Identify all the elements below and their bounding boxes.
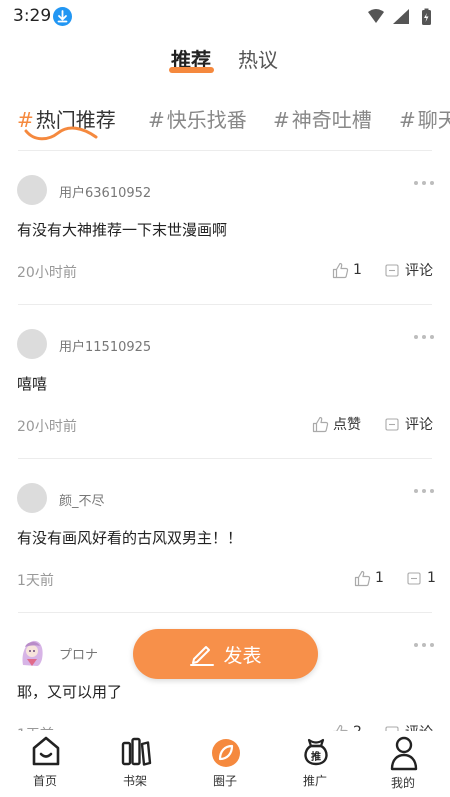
comment-count: 1 <box>427 570 436 586</box>
anime-avatar-image <box>22 640 43 666</box>
nav-profile[interactable]: 我的 <box>358 731 448 797</box>
divider <box>18 150 432 151</box>
svg-text:推: 推 <box>311 750 321 763</box>
like-button[interactable]: 1 <box>354 568 384 588</box>
promote-icon: 推 <box>304 738 328 766</box>
comment-count: 评论 <box>405 263 433 279</box>
post-time: 20小时前 <box>17 265 77 281</box>
circle-icon <box>212 739 240 767</box>
comment-button[interactable]: 1 <box>407 568 436 588</box>
post-content: 嘻嘻 <box>17 375 48 393</box>
comment-icon <box>385 263 399 277</box>
like-button[interactable]: 1 <box>332 260 362 280</box>
active-tab-indicator <box>169 67 214 73</box>
username[interactable]: プロナ <box>59 644 98 663</box>
nav-profile-label: 我的 <box>390 776 415 790</box>
status-bar: 3:29 <box>0 0 450 34</box>
post-item[interactable]: 用户63610952 有没有大神推荐一下末世漫画啊 20小时前 1 评论 <box>0 175 450 325</box>
divider <box>18 458 432 459</box>
nav-promote-label: 推广 <box>302 774 327 788</box>
tab-hot-discussion[interactable]: 热议 <box>238 44 278 73</box>
topic-hash: # <box>273 108 290 132</box>
like-count: 1 <box>353 262 362 278</box>
avatar[interactable] <box>17 329 47 359</box>
edit-icon <box>190 646 215 666</box>
more-icon[interactable] <box>414 181 434 187</box>
nav-circle[interactable]: 圈子 <box>180 731 270 797</box>
nav-bookshelf[interactable]: 书架 <box>90 731 180 797</box>
thumbs-up-icon <box>312 416 329 432</box>
more-icon[interactable] <box>414 643 434 649</box>
system-status-icons <box>368 8 431 25</box>
bookshelf-icon <box>121 737 152 766</box>
like-count: 1 <box>375 570 384 586</box>
username[interactable]: 用户11510925 <box>59 336 151 355</box>
profile-icon <box>390 736 418 771</box>
nav-promote[interactable]: 推 推广 <box>270 731 360 797</box>
comment-button[interactable]: 评论 <box>385 260 433 280</box>
topic-label: 快乐找番 <box>166 108 247 132</box>
divider <box>18 612 432 613</box>
like-count: 点赞 <box>333 417 361 433</box>
publish-label: 发表 <box>223 644 262 667</box>
topic-hash: # <box>399 108 416 132</box>
download-icon <box>53 7 72 26</box>
post-content: 有没有画风好看的古风双男主！！ <box>17 529 243 547</box>
avatar[interactable] <box>17 175 47 205</box>
avatar[interactable] <box>17 483 47 513</box>
avatar[interactable] <box>17 637 47 667</box>
topic-roast[interactable]: # 神奇吐槽 <box>273 104 372 133</box>
post-content: 有没有大神推荐一下末世漫画啊 <box>17 221 228 239</box>
topic-chat[interactable]: # 聊天 <box>399 104 450 133</box>
status-time: 3:29 <box>13 6 52 26</box>
nav-home-label: 首页 <box>32 774 57 788</box>
post-time: 1天前 <box>17 573 54 589</box>
comment-icon <box>385 417 399 431</box>
post-item[interactable]: 颜_不尽 有没有画风好看的古风双男主！！ 1天前 1 1 <box>0 483 450 633</box>
bottom-nav: 首页 书架 圈子 推 推广 我的 <box>0 731 450 797</box>
more-icon[interactable] <box>414 335 434 341</box>
nav-bookshelf-label: 书架 <box>122 774 147 788</box>
post-time: 20小时前 <box>17 419 77 435</box>
comment-count: 评论 <box>405 417 433 433</box>
topic-label: 聊天 <box>417 108 450 132</box>
username[interactable]: 用户63610952 <box>59 182 151 201</box>
topic-label: 神奇吐槽 <box>291 108 372 132</box>
topic-hash: # <box>148 108 165 132</box>
more-icon[interactable] <box>414 489 434 495</box>
divider <box>18 304 432 305</box>
thumbs-up-icon <box>332 262 349 278</box>
topic-happy-anime[interactable]: # 快乐找番 <box>148 104 247 133</box>
post-item[interactable]: 用户11510925 嘻嘻 20小时前 点赞 评论 <box>0 329 450 479</box>
thumbs-up-icon <box>354 570 371 586</box>
nav-home[interactable]: 首页 <box>0 731 90 797</box>
publish-button[interactable]: 发表 <box>133 629 318 679</box>
active-topic-wave <box>24 126 98 141</box>
home-icon <box>32 736 60 766</box>
post-content: 耶，又可以用了 <box>17 683 123 701</box>
username[interactable]: 颜_不尽 <box>59 490 105 509</box>
like-button[interactable]: 点赞 <box>312 414 361 434</box>
comment-icon <box>407 571 421 585</box>
nav-circle-label: 圈子 <box>212 774 237 788</box>
top-tabs: 推荐 热议 <box>0 44 450 80</box>
comment-button[interactable]: 评论 <box>385 414 433 434</box>
